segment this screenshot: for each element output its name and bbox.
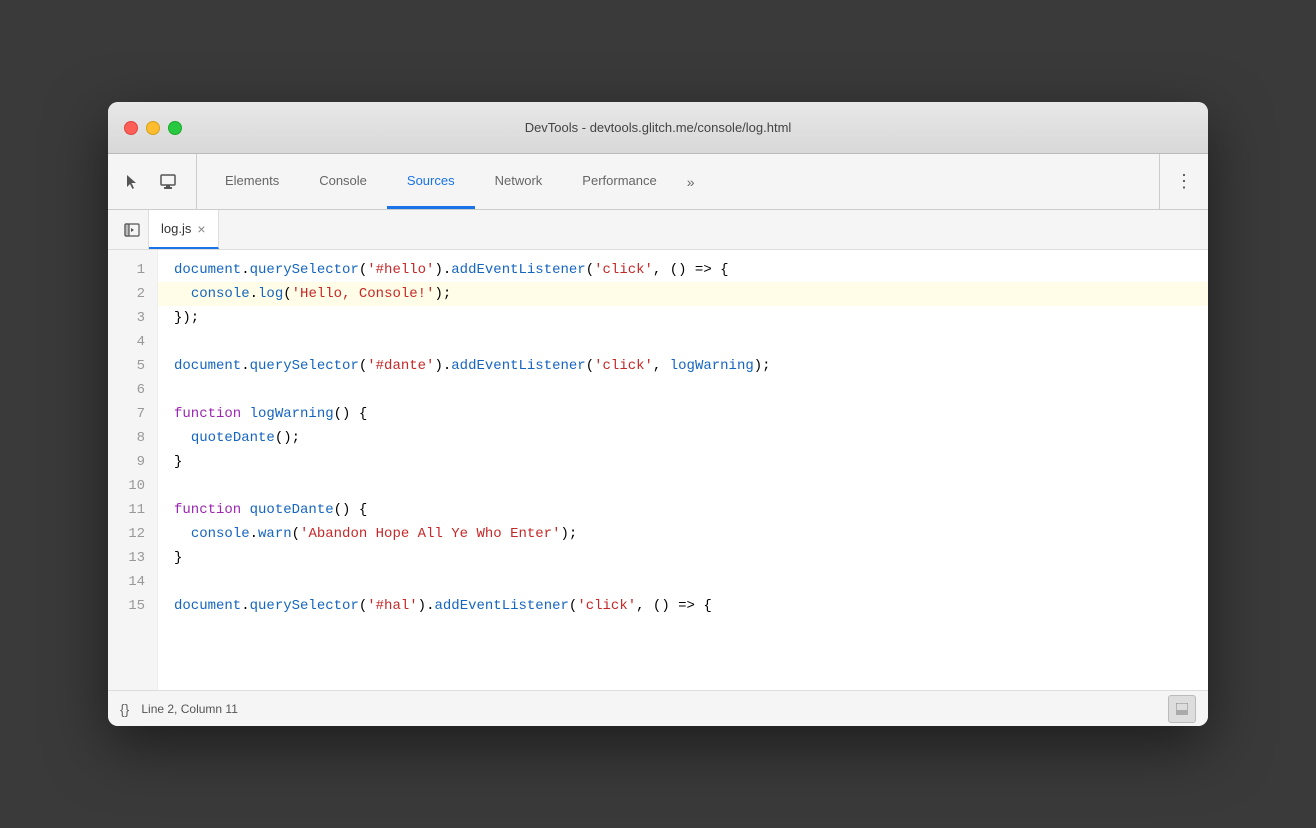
inspect-icon-button[interactable] xyxy=(152,166,184,198)
toolbar-icons xyxy=(116,154,197,209)
code-line xyxy=(158,570,1208,594)
tab-elements[interactable]: Elements xyxy=(205,154,299,209)
file-tab-logjs[interactable]: log.js × xyxy=(149,210,219,249)
devtools-menu-button[interactable]: ⋮ xyxy=(1168,166,1200,198)
code-line: function quoteDante() { xyxy=(158,498,1208,522)
tab-performance[interactable]: Performance xyxy=(562,154,676,209)
sidebar-toggle-button[interactable] xyxy=(116,210,149,249)
file-tab-name: log.js xyxy=(161,221,191,236)
line-number: 7 xyxy=(108,402,157,426)
window-title: DevTools - devtools.glitch.me/console/lo… xyxy=(525,120,792,135)
line-number: 8 xyxy=(108,426,157,450)
line-number: 12 xyxy=(108,522,157,546)
code-area[interactable]: 123456789101112131415 document.querySele… xyxy=(108,250,1208,690)
tabs: Elements Console Sources Network Perform… xyxy=(205,154,705,209)
code-line: function logWarning() { xyxy=(158,402,1208,426)
code-line xyxy=(158,474,1208,498)
code-line: } xyxy=(158,450,1208,474)
line-number: 5 xyxy=(108,354,157,378)
pretty-print-icon[interactable]: {} xyxy=(120,701,129,717)
line-number: 14 xyxy=(108,570,157,594)
line-number: 15 xyxy=(108,594,157,618)
code-line: document.querySelector('#hello').addEven… xyxy=(158,258,1208,282)
code-line: console.log('Hello, Console!'); xyxy=(158,282,1208,306)
line-number: 3 xyxy=(108,306,157,330)
code-line: console.warn('Abandon Hope All Ye Who En… xyxy=(158,522,1208,546)
line-numbers: 123456789101112131415 xyxy=(108,250,158,690)
traffic-lights xyxy=(124,121,182,135)
line-number: 11 xyxy=(108,498,157,522)
code-lines: document.querySelector('#hello').addEven… xyxy=(158,250,1208,690)
status-bar-end xyxy=(1168,695,1196,723)
maximize-button[interactable] xyxy=(168,121,182,135)
line-number: 6 xyxy=(108,378,157,402)
code-line: quoteDante(); xyxy=(158,426,1208,450)
tab-network[interactable]: Network xyxy=(475,154,563,209)
code-line: }); xyxy=(158,306,1208,330)
line-number: 13 xyxy=(108,546,157,570)
cursor-icon-button[interactable] xyxy=(116,166,148,198)
line-number: 1 xyxy=(108,258,157,282)
code-line xyxy=(158,378,1208,402)
line-number: 9 xyxy=(108,450,157,474)
drawer-toggle-button[interactable] xyxy=(1168,695,1196,723)
tab-console[interactable]: Console xyxy=(299,154,387,209)
code-line: } xyxy=(158,546,1208,570)
line-number: 2 xyxy=(108,282,157,306)
line-number: 10 xyxy=(108,474,157,498)
toolbar-end: ⋮ xyxy=(1159,154,1200,209)
code-line: document.querySelector('#dante').addEven… xyxy=(158,354,1208,378)
devtools-window: DevTools - devtools.glitch.me/console/lo… xyxy=(108,102,1208,726)
tab-sources[interactable]: Sources xyxy=(387,154,475,209)
line-number: 4 xyxy=(108,330,157,354)
title-bar: DevTools - devtools.glitch.me/console/lo… xyxy=(108,102,1208,154)
close-button[interactable] xyxy=(124,121,138,135)
file-tab-close-button[interactable]: × xyxy=(197,222,205,236)
toolbar: Elements Console Sources Network Perform… xyxy=(108,154,1208,210)
file-tab-bar: log.js × xyxy=(108,210,1208,250)
more-tabs-button[interactable]: » xyxy=(677,154,705,209)
cursor-position: Line 2, Column 11 xyxy=(141,702,238,716)
code-line xyxy=(158,330,1208,354)
minimize-button[interactable] xyxy=(146,121,160,135)
code-line: document.querySelector('#hal').addEventL… xyxy=(158,594,1208,618)
status-bar: {} Line 2, Column 11 xyxy=(108,690,1208,726)
